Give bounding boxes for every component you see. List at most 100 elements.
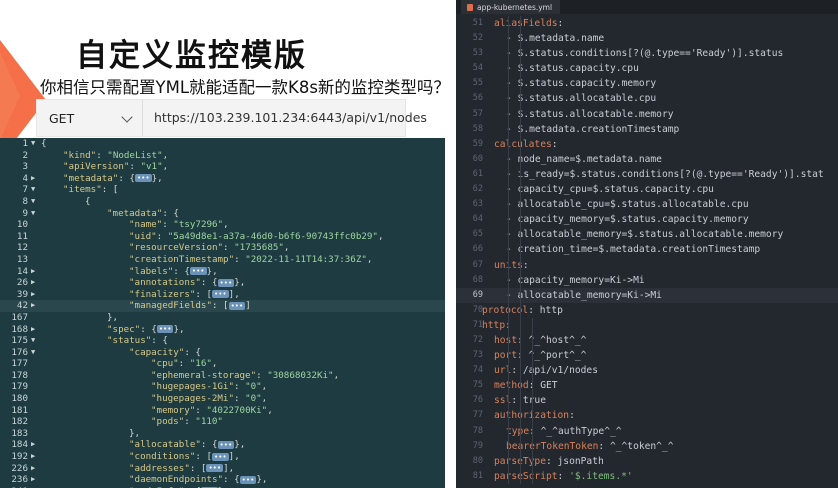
expand-arrow-icon[interactable]: ▶: [31, 474, 39, 486]
json-punct: :: [184, 416, 196, 428]
yaml-value: - $.status.allocatable.memory: [506, 108, 674, 120]
editor-code-area[interactable]: 51 aliasFields: 52- $.metadata.name 53- $.s…: [456, 16, 838, 484]
fold-ellipsis-button[interactable]: •••: [239, 475, 257, 484]
collapse-arrow-icon[interactable]: ▼: [31, 208, 39, 220]
json-key: "kind": [63, 149, 97, 161]
collapse-arrow-icon[interactable]: ▼: [31, 347, 39, 359]
json-line: 13 "creationTimestamp": "2022-11-11T14:37…: [0, 254, 445, 266]
yaml-code: parseType: jsonPath: [494, 454, 604, 469]
line-number: 60: [472, 153, 483, 164]
line-number: 3: [22, 161, 28, 173]
yaml-code: - allocatable_cpu=$.status.allocatable.c…: [506, 197, 749, 212]
expand-arrow-icon[interactable]: ▶: [31, 324, 39, 336]
json-code: "items": [: [63, 184, 118, 196]
yaml-code: authorization:: [494, 408, 575, 423]
json-punct: {: [85, 195, 91, 207]
line-number: 54: [472, 63, 483, 74]
json-code: "addresses": [•••],: [129, 463, 234, 475]
json-line: 1 ▼{: [0, 138, 445, 150]
expand-arrow-icon[interactable]: ▶: [31, 289, 39, 301]
expand-arrow-icon[interactable]: ▶: [31, 451, 39, 463]
line-number: 53: [472, 48, 483, 59]
line-number: 176: [11, 346, 28, 358]
yaml-code: - is_ready=$.status.conditions[?(@.type=…: [506, 167, 824, 182]
method-select[interactable]: GET: [37, 100, 143, 136]
fold-ellipsis-button[interactable]: •••: [212, 290, 229, 299]
yaml-code: - capacity_memory=Ki->Mi: [506, 273, 645, 288]
url-input[interactable]: https://103.239.101.234:6443/api/v1/node…: [154, 100, 427, 136]
json-value: "tsy7296": [173, 219, 224, 231]
json-value: "v1": [140, 161, 163, 173]
json-punct: : {: [173, 265, 190, 277]
editor-line: 55 - $.status.capacity.memory: [456, 76, 838, 91]
expand-arrow-icon[interactable]: ▶: [31, 439, 39, 451]
editor-line: 67 units:: [456, 258, 838, 273]
collapse-arrow-icon[interactable]: ▼: [31, 335, 39, 347]
json-punct: : [: [189, 462, 207, 474]
line-number: 181: [11, 404, 28, 416]
editor-line: 78 type: ^_^authType^_^: [456, 424, 838, 439]
fold-ellipsis-button[interactable]: •••: [189, 267, 207, 276]
line-number: 55: [472, 78, 483, 89]
yaml-code: method: GET: [494, 378, 558, 393]
editor-line: 66 - creation_time=$.metadata.creationTim…: [456, 242, 838, 257]
json-punct: : {: [223, 474, 240, 486]
collapse-arrow-icon[interactable]: ▼: [31, 196, 39, 208]
fold-ellipsis-button[interactable]: •••: [156, 325, 174, 333]
json-punct: {: [41, 138, 47, 149]
json-key: "metadata": [63, 172, 119, 184]
editor-line: 60 - node_name=$.metadata.name: [456, 152, 838, 167]
yaml-code: - allocatable_memory=$.status.allocatabl…: [506, 227, 783, 242]
line-number: 2: [22, 149, 28, 161]
yaml-value: :: [557, 18, 564, 29]
collapse-arrow-icon[interactable]: ▼: [31, 184, 39, 196]
yaml-value: : true: [511, 395, 546, 407]
expand-arrow-icon[interactable]: ▶: [31, 266, 39, 278]
json-punct: : [: [211, 300, 229, 312]
json-punct: },: [173, 323, 185, 335]
json-line: 2 "kind": "NodeList",: [0, 150, 445, 162]
fold-ellipsis-button[interactable]: •••: [206, 464, 224, 473]
json-key: "metadata": [107, 207, 163, 219]
json-line: 192 ▶ "conditions": [•••],: [0, 451, 445, 463]
expand-arrow-icon[interactable]: ▶: [31, 173, 39, 185]
fold-ellipsis-button[interactable]: •••: [228, 301, 246, 310]
json-value: "5a49d8e1-a37a-46d0-b6f6-90743ffc0b29": [167, 230, 378, 242]
editor-line: 53 - $.status.conditions[?(@.type=='Ready…: [456, 46, 838, 61]
fold-ellipsis-button[interactable]: •••: [134, 174, 152, 183]
yaml-value: - allocatable_memory=Ki->Mi: [506, 289, 662, 301]
editor-line: 58 - $.metadata.creationTimestamp: [456, 122, 838, 137]
json-key: "hugepages-2Mi": [151, 393, 234, 405]
yaml-code: - $.status.capacity.memory: [506, 76, 656, 91]
line-number: 12: [16, 242, 28, 254]
editor-line: 52- $.metadata.name: [456, 31, 838, 46]
fold-ellipsis-button[interactable]: •••: [217, 278, 235, 287]
editor-line: 64 - capacity_memory=$.status.capacity.me…: [456, 212, 838, 227]
json-punct: : {: [184, 346, 201, 358]
expand-arrow-icon[interactable]: ▶: [31, 277, 39, 289]
yaml-value: - creation_time=$.metadata.creationTimes…: [506, 244, 761, 256]
editor-line: 76 ssl: true: [456, 393, 838, 408]
line-number: 11: [16, 230, 28, 242]
expand-arrow-icon[interactable]: ▶: [31, 463, 39, 475]
editor-line: 65 - allocatable_memory=$.status.allocata…: [456, 227, 838, 242]
json-code: "status": {: [107, 335, 168, 347]
fold-ellipsis-button[interactable]: •••: [217, 440, 235, 449]
json-punct: :: [195, 404, 207, 416]
json-line: 4 ▶ "metadata": {•••},: [0, 173, 445, 185]
tab-app-kubernetes-yml[interactable]: app-kubernetes.yml: [461, 0, 561, 14]
json-punct: : {: [162, 207, 179, 219]
line-number: 168: [11, 323, 28, 335]
line-number: 10: [16, 219, 28, 231]
json-punct: : {: [151, 335, 168, 347]
json-punct: ,: [283, 242, 290, 254]
editor-line: 56 - $.status.allocatable.cpu: [456, 91, 838, 106]
json-code: "uid": "5a49d8e1-a37a-46d0-b6f6-90743ffc…: [129, 231, 384, 243]
fold-ellipsis-button[interactable]: •••: [212, 452, 229, 461]
json-key: "cpu": [151, 358, 179, 370]
json-response-viewer: 1 ▼{2 "kind": "NodeList", 3 "apiVersion": "v…: [0, 138, 445, 488]
json-code: "cpu": "16",: [151, 358, 217, 370]
expand-arrow-icon[interactable]: ▶: [31, 300, 39, 312]
collapse-arrow-icon[interactable]: ▼: [31, 138, 39, 150]
yaml-value: : ^_^port^_^: [517, 350, 587, 362]
